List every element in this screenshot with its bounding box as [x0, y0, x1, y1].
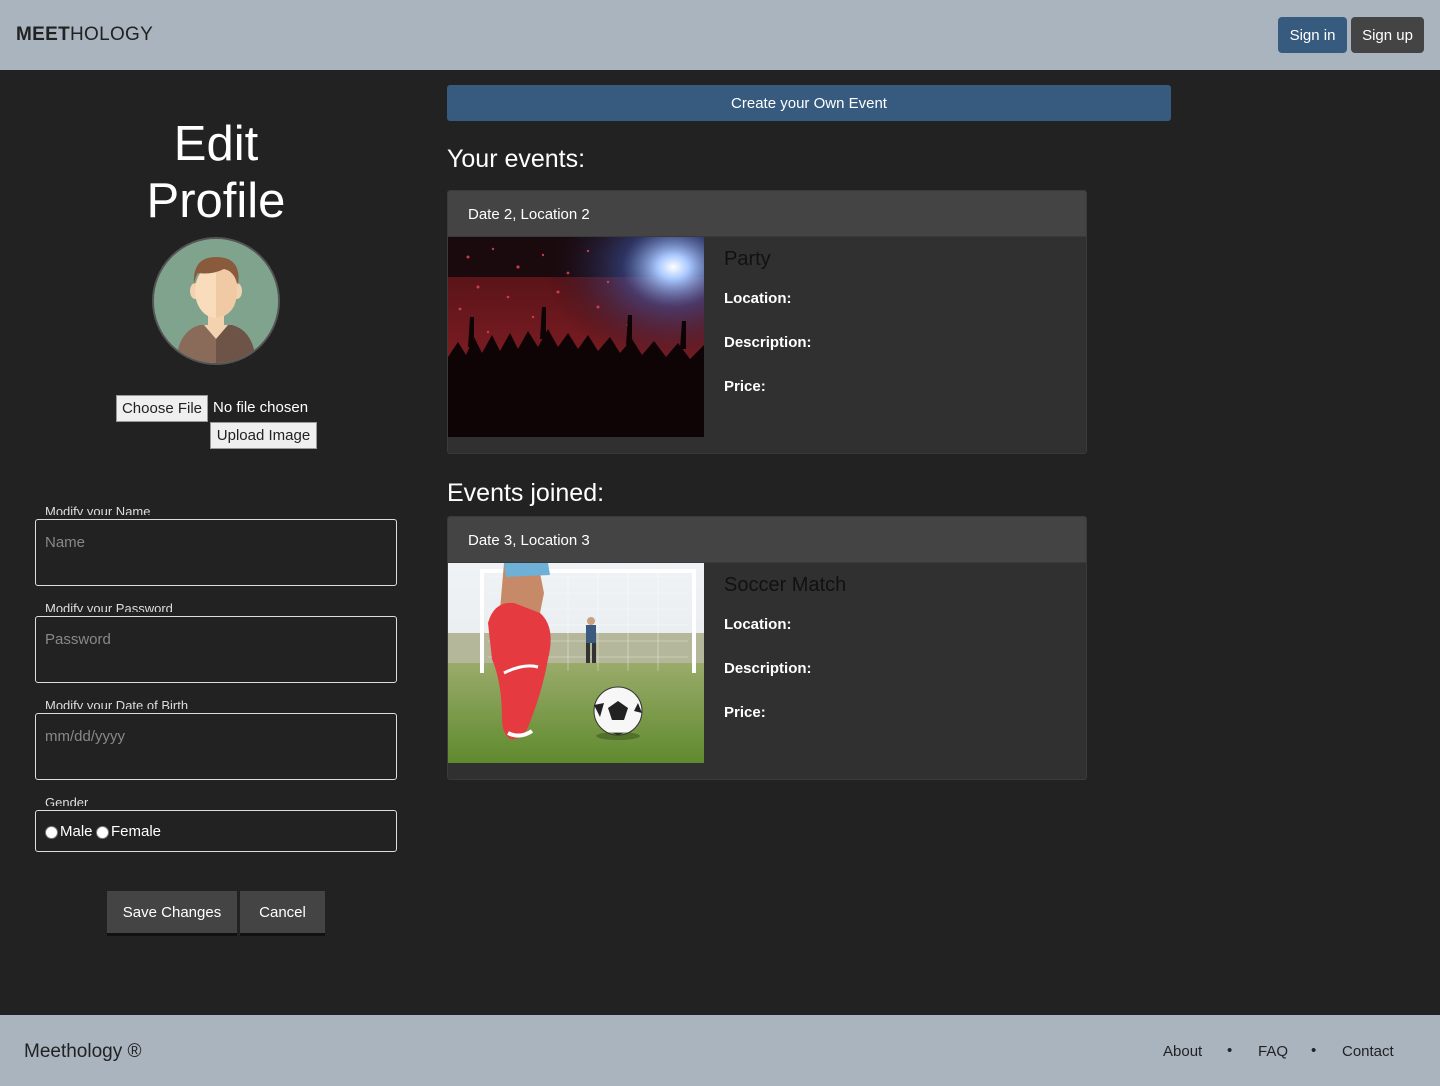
event-title: Soccer Match: [724, 574, 847, 596]
male-radio-label[interactable]: Male: [60, 823, 93, 840]
event-title: Party: [724, 248, 771, 270]
sign-up-button[interactable]: Sign up: [1351, 17, 1424, 53]
joined-event-card[interactable]: Date 3, Location 3 Soccer Match Location…: [447, 516, 1087, 780]
event-card-header: Date 3, Location 3: [448, 517, 1086, 563]
event-card[interactable]: Date 2, Location 2 Party Location: Descr…: [447, 190, 1087, 454]
file-status-text: No file chosen: [213, 399, 309, 416]
dob-label: Modify your Date of Birth: [45, 698, 189, 709]
footer: Meethology ® About • FAQ • Contact: [0, 1015, 1440, 1086]
footer-separator: •: [1311, 1042, 1317, 1059]
event-price-label: Price:: [724, 704, 766, 721]
footer-link-contact[interactable]: Contact: [1342, 1043, 1394, 1060]
concert-crowd-image: [448, 237, 704, 437]
sign-in-button[interactable]: Sign in: [1278, 17, 1347, 53]
upload-image-button[interactable]: Upload Image: [210, 422, 317, 449]
footer-brand: Meethology ®: [24, 1041, 142, 1062]
footer-separator: •: [1227, 1042, 1233, 1059]
top-navbar: MEETHOLOGY Sign in Sign up: [0, 0, 1440, 70]
gender-label: Gender: [45, 795, 89, 806]
brand-logo[interactable]: MEETHOLOGY: [16, 24, 153, 46]
name-placeholder: Name: [45, 534, 86, 551]
footer-link-faq[interactable]: FAQ: [1258, 1043, 1288, 1060]
event-card-header: Date 2, Location 2: [448, 191, 1086, 237]
date-of-birth-input[interactable]: mm/dd/yyyy: [35, 713, 397, 780]
save-changes-button[interactable]: Save Changes: [107, 891, 237, 936]
event-location-label: Location:: [724, 616, 792, 633]
events-joined-heading: Events joined:: [447, 479, 605, 507]
name-label: Modify your Name: [45, 504, 151, 515]
cancel-button[interactable]: Cancel: [240, 891, 325, 936]
user-avatar-icon: [154, 239, 278, 363]
avatar: [152, 237, 280, 365]
create-event-button[interactable]: Create your Own Event: [447, 85, 1171, 121]
choose-file-button[interactable]: Choose File: [116, 395, 208, 422]
event-location-label: Location:: [724, 290, 792, 307]
password-label: Modify your Password: [45, 601, 173, 612]
your-events-heading: Your events:: [447, 145, 586, 173]
event-description-label: Description:: [724, 660, 812, 677]
event-price-label: Price:: [724, 378, 766, 395]
password-placeholder: Password: [45, 631, 111, 648]
dob-placeholder: mm/dd/yyyy: [45, 728, 126, 745]
name-input[interactable]: Name: [35, 519, 397, 586]
female-radio-label[interactable]: Female: [111, 823, 161, 840]
female-radio[interactable]: [96, 826, 109, 839]
male-radio[interactable]: [45, 826, 58, 839]
gender-field: Male Female: [35, 810, 397, 852]
password-input[interactable]: Password: [35, 616, 397, 683]
soccer-kick-image: [448, 563, 704, 763]
footer-link-about[interactable]: About: [1163, 1043, 1202, 1060]
event-description-label: Description:: [724, 334, 812, 351]
page-title: Edit Profile: [146, 117, 286, 228]
